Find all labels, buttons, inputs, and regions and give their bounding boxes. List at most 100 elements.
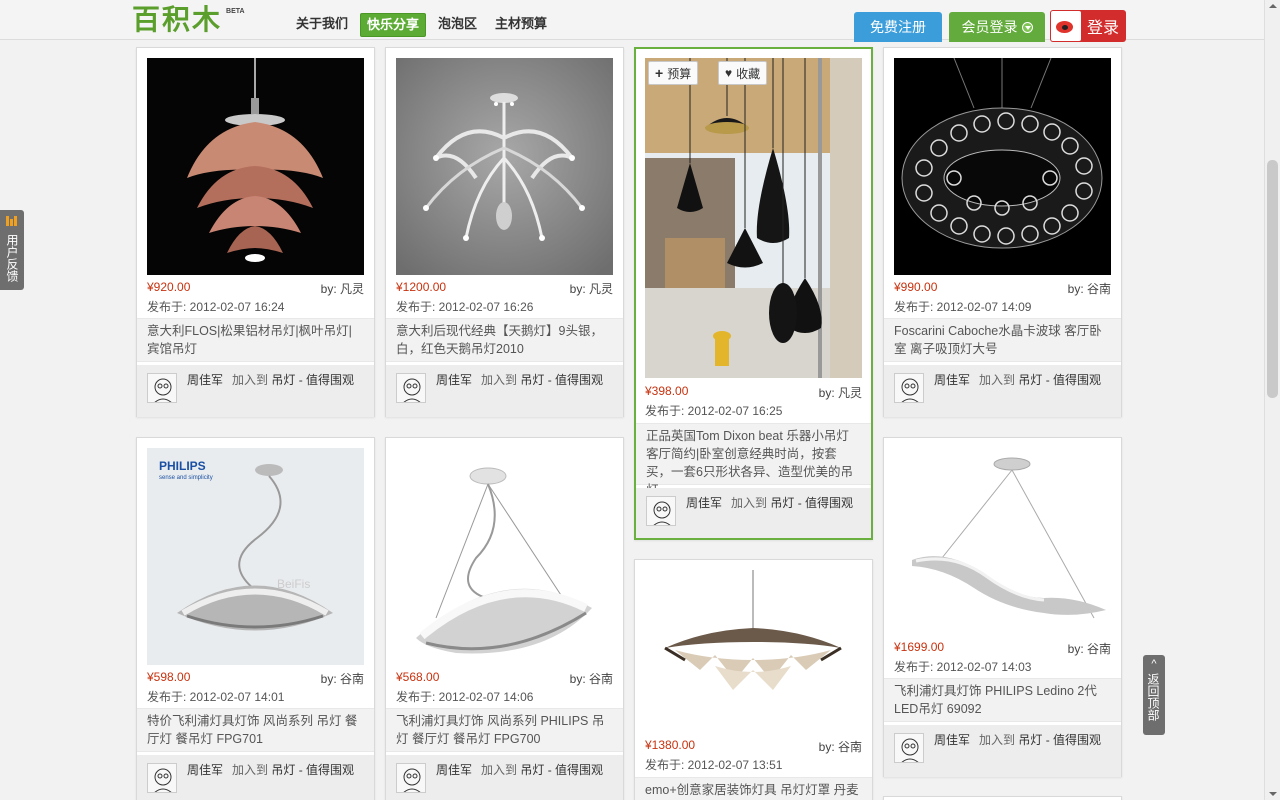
board-link[interactable]: 吊灯 - 值得围观 xyxy=(770,496,853,510)
product-card[interactable]: ¥1200.00 by: 凡灵 发布于: 2012-02-07 16:26 意大… xyxy=(385,47,624,417)
beta-badge: BETA xyxy=(226,8,245,15)
author[interactable]: by: 谷南 xyxy=(1068,640,1111,657)
author[interactable]: by: 谷南 xyxy=(1068,280,1111,297)
pin-info: 周佳军 加入到 吊灯 - 值得围观 xyxy=(187,761,354,778)
user-name[interactable]: 周佳军 xyxy=(187,763,223,777)
add-to-label: 加入到 xyxy=(481,373,518,387)
author[interactable]: by: 谷南 xyxy=(570,670,613,687)
nav-about[interactable]: 关于我们 xyxy=(290,13,354,37)
price: ¥920.00 xyxy=(147,280,191,294)
avatar[interactable] xyxy=(396,763,426,793)
pin-info: 周佳军 加入到 吊灯 - 值得围观 xyxy=(934,731,1101,748)
pin-info: 周佳军 加入到 吊灯 - 值得围观 xyxy=(934,371,1101,388)
feedback-tab[interactable]: 用户反馈 xyxy=(0,210,24,290)
product-image[interactable]: PHILIPS sense and simplicity BeiFis xyxy=(147,448,364,665)
budget-label: 预算 xyxy=(667,66,692,81)
card-footer: 周佳军 加入到 吊灯 - 值得围观 xyxy=(884,365,1121,417)
user-name[interactable]: 周佳军 xyxy=(686,496,722,510)
price: ¥990.00 xyxy=(894,280,938,294)
author[interactable]: by: 凡灵 xyxy=(819,384,862,401)
nav-bubble[interactable]: 泡泡区 xyxy=(432,13,483,37)
member-login-button[interactable]: 会员登录 xyxy=(949,12,1045,42)
card-footer: 周佳军 加入到 吊灯 - 值得围观 xyxy=(386,755,623,800)
nav-budget[interactable]: 主材预算 xyxy=(489,13,553,37)
register-button[interactable]: 免费注册 xyxy=(854,12,942,42)
price: ¥398.00 xyxy=(645,384,689,398)
price: ¥598.00 xyxy=(147,670,191,684)
user-name[interactable]: 周佳军 xyxy=(436,763,472,777)
product-description[interactable]: 意大利FLOS|松果铝材吊灯|枫叶吊灯|宾馆吊灯 xyxy=(137,318,374,362)
avatar[interactable] xyxy=(147,763,177,793)
user-name[interactable]: 周佳军 xyxy=(934,373,970,387)
plus-icon: + xyxy=(655,65,664,81)
avatar[interactable] xyxy=(894,733,924,763)
budget-button[interactable]: + 预算 xyxy=(648,61,699,85)
product-card[interactable]: PHILIPS sense and simplicity BeiFis ¥598… xyxy=(136,437,375,800)
arrow-up-icon: ^ xyxy=(1151,658,1157,670)
publish-date: 发布于: 2012-02-07 14:06 xyxy=(396,690,534,704)
product-image[interactable] xyxy=(396,58,613,275)
product-image[interactable] xyxy=(147,58,364,275)
product-description[interactable]: 特价飞利浦灯具灯饰 风尚系列 吊灯 餐厅灯 餐吊灯 FPG701 xyxy=(137,708,374,752)
logo-text: 百积木 xyxy=(132,3,223,36)
product-image[interactable] xyxy=(645,570,862,735)
product-card[interactable]: + 预算 ♥ 收藏 ¥398.00 by: 凡灵 发布于: 2012-02-07… xyxy=(634,47,873,540)
product-card[interactable] xyxy=(883,796,1122,800)
site-logo[interactable]: 百积木 BETA xyxy=(132,5,245,35)
product-card[interactable]: ¥920.00 by: 凡灵 发布于: 2012-02-07 16:24 意大利… xyxy=(136,47,375,417)
author[interactable]: by: 凡灵 xyxy=(570,280,613,297)
scroll-up-arrow-icon[interactable] xyxy=(1269,4,1277,8)
card-footer: 周佳军 加入到 吊灯 - 值得围观 xyxy=(386,365,623,417)
avatar[interactable] xyxy=(396,373,426,403)
publish-date: 发布于: 2012-02-07 16:25 xyxy=(645,404,783,418)
publish-date: 发布于: 2012-02-07 14:03 xyxy=(894,660,1032,674)
product-description[interactable]: 正品英国Tom Dixon beat 乐器小吊灯客厅简约|卧室创意经典时尚，按套… xyxy=(636,423,871,497)
author[interactable]: by: 谷南 xyxy=(819,738,862,755)
product-image[interactable] xyxy=(894,448,1111,635)
board-link[interactable]: 吊灯 - 值得围观 xyxy=(271,373,354,387)
pin-info: 周佳军 加入到 吊灯 - 值得围观 xyxy=(436,371,603,388)
author[interactable]: by: 谷南 xyxy=(321,670,364,687)
product-card[interactable]: ¥1699.00 by: 谷南 发布于: 2012-02-07 14:03 飞利… xyxy=(883,437,1122,777)
board-link[interactable]: 吊灯 - 值得围观 xyxy=(1018,733,1101,747)
watermark: BeiFis xyxy=(277,577,310,591)
nav-share[interactable]: 快乐分享 xyxy=(360,13,427,37)
product-description[interactable]: Foscarini Caboche水晶卡波球 客厅卧室 离子吸顶灯大号 xyxy=(884,318,1121,362)
product-description[interactable]: 飞利浦灯具灯饰 风尚系列 PHILIPS 吊灯 餐厅灯 餐吊灯 FPG700 xyxy=(386,708,623,752)
add-to-label: 加入到 xyxy=(979,373,1016,387)
member-login-label: 会员登录 xyxy=(961,19,1018,35)
scrollbar-thumb[interactable] xyxy=(1267,160,1278,398)
product-image[interactable] xyxy=(894,58,1111,275)
board-link[interactable]: 吊灯 - 值得围观 xyxy=(1018,373,1101,387)
scrollbar[interactable] xyxy=(1264,0,1280,800)
weibo-login-label: 登录 xyxy=(1087,20,1120,37)
product-image[interactable] xyxy=(396,448,613,665)
scroll-down-arrow-icon[interactable] xyxy=(1269,792,1277,796)
bar-chart-icon xyxy=(6,216,18,226)
price: ¥568.00 xyxy=(396,670,440,684)
product-card[interactable]: ¥568.00 by: 谷南 发布于: 2012-02-07 14:06 飞利浦… xyxy=(385,437,624,800)
board-link[interactable]: 吊灯 - 值得围观 xyxy=(271,763,354,777)
avatar[interactable] xyxy=(646,496,676,526)
brand-tagline: sense and simplicity xyxy=(159,475,213,481)
collect-button[interactable]: ♥ 收藏 xyxy=(718,61,768,85)
author[interactable]: by: 凡灵 xyxy=(321,280,364,297)
product-description[interactable]: 意大利后现代经典【天鹅灯】9头银，白，红色天鹅吊灯2010 xyxy=(386,318,623,362)
user-name[interactable]: 周佳军 xyxy=(934,733,970,747)
product-card[interactable]: ¥990.00 by: 谷南 发布于: 2012-02-07 14:09 Fos… xyxy=(883,47,1122,417)
user-name[interactable]: 周佳军 xyxy=(187,373,223,387)
product-description[interactable]: 飞利浦灯具灯饰 PHILIPS Ledino 2代LED吊灯 69092 xyxy=(884,678,1121,722)
product-description[interactable]: emo+创意家居装饰灯具 吊灯灯罩 丹麦 xyxy=(635,777,872,800)
product-card[interactable]: ¥1380.00 by: 谷南 发布于: 2012-02-07 13:51 em… xyxy=(634,559,873,800)
add-to-label: 加入到 xyxy=(232,373,269,387)
avatar[interactable] xyxy=(147,373,177,403)
user-name[interactable]: 周佳军 xyxy=(436,373,472,387)
publish-date: 发布于: 2012-02-07 16:26 xyxy=(396,300,534,314)
board-link[interactable]: 吊灯 - 值得围观 xyxy=(520,373,603,387)
weibo-login-button[interactable]: 登录 xyxy=(1050,10,1126,42)
product-image[interactable] xyxy=(645,58,862,378)
brand-logo: PHILIPS xyxy=(159,459,206,473)
board-link[interactable]: 吊灯 - 值得围观 xyxy=(520,763,603,777)
avatar[interactable] xyxy=(894,373,924,403)
back-to-top-button[interactable]: ^ 返回顶部 xyxy=(1143,655,1165,735)
